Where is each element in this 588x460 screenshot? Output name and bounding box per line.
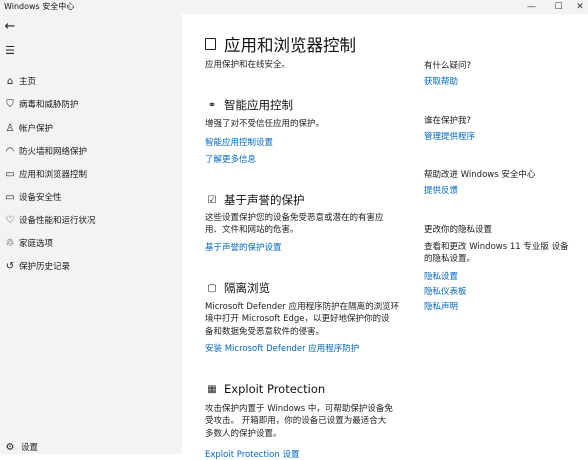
section-description: Microsoft Defender 应用程序防护在隔离的浏览环 境中打开 Mi… bbox=[205, 301, 410, 338]
section-reputation-header: ☑ 基于声誉的保护 bbox=[205, 192, 305, 208]
section-smart-app-control-header: ⚭ 智能应用控制 bbox=[205, 97, 293, 113]
app-window-icon: ▭ bbox=[5, 168, 15, 180]
sidebar-item-label: 保护历史记录 bbox=[19, 262, 71, 272]
page-title: 应用和浏览器控制 bbox=[224, 36, 356, 55]
description-line: 的隐私设置。 bbox=[424, 254, 476, 264]
sidebar-item-label: 应用和浏览器控制 bbox=[19, 170, 88, 180]
description-line: 受攻击。 开箱即用，你的设备已设置为最适合大 bbox=[205, 416, 387, 427]
description-line: 备和数据免受恶意软件的侵害。 bbox=[205, 326, 325, 337]
wifi-icon: ◠ bbox=[5, 145, 15, 157]
who-protects-heading: 谁在保护我? bbox=[424, 116, 472, 126]
description-line: 增强了对不受信任应用的保护。 bbox=[205, 119, 325, 129]
page-subtitle: 应用保护和在线安全。 bbox=[205, 60, 291, 70]
history-icon: ↺ bbox=[5, 260, 15, 272]
privacy-settings-link[interactable]: 隐私设置 bbox=[424, 270, 458, 282]
privacy-heading: 更改你的隐私设置 bbox=[424, 225, 493, 235]
sidebar-item-firewall[interactable]: ◠ 防火墙和网络保护 bbox=[0, 141, 182, 161]
sidebar-item-label: 设备安全性 bbox=[19, 193, 62, 203]
laptop-icon: ▭ bbox=[5, 191, 15, 203]
exploit-protection-icon: ▦ bbox=[207, 383, 217, 395]
isolated-browsing-icon: ▢ bbox=[207, 282, 217, 294]
section-description: 增强了对不受信任应用的保护。 bbox=[205, 118, 410, 130]
reputation-protection-icon: ☑ bbox=[207, 194, 217, 206]
sidebar-item-label: 帐户保护 bbox=[19, 124, 54, 134]
hamburger-menu-icon[interactable]: ☰ bbox=[2, 42, 18, 58]
sidebar-item-label: 设备性能和运行状况 bbox=[19, 216, 96, 226]
close-button[interactable]: ✕ bbox=[572, 0, 588, 14]
section-title: 隔离浏览 bbox=[224, 281, 270, 295]
gear-icon: ⚙ bbox=[5, 441, 15, 453]
improve-heading: 帮助改进 Windows 安全中心 bbox=[424, 170, 536, 180]
sidebar: ← ☰ ⌂ 主页 ⛉ 病毒和威胁防护 ♙ 帐户保护 ◠ 防火墙和网络保护 ▭ 应… bbox=[0, 14, 182, 454]
section-exploit-protection-header: ▦ Exploit Protection bbox=[205, 382, 325, 396]
minimize-button[interactable]: — bbox=[518, 0, 545, 14]
shield-icon: ⛉ bbox=[6, 98, 14, 110]
maximize-button[interactable]: ☐ bbox=[545, 0, 572, 14]
privacy-statement-link[interactable]: 隐私声明 bbox=[424, 300, 458, 312]
family-icon: ♲ bbox=[5, 237, 15, 249]
sidebar-item-app-browser-control[interactable]: ▭ 应用和浏览器控制 bbox=[0, 164, 182, 184]
sidebar-item-virus-protection[interactable]: ⛉ 病毒和威胁防护 bbox=[0, 94, 182, 114]
get-help-link[interactable]: 获取帮助 bbox=[424, 75, 458, 87]
description-line: 多数人的保护设置。 bbox=[205, 428, 282, 439]
back-arrow-icon[interactable]: ← bbox=[2, 18, 18, 34]
section-title: 智能应用控制 bbox=[224, 98, 293, 112]
sidebar-item-label: 主页 bbox=[19, 77, 37, 87]
help-question-heading: 有什么疑问? bbox=[424, 61, 472, 71]
section-title: 基于声誉的保护 bbox=[224, 193, 305, 207]
description-line: 攻击保护内置于 Windows 中，可帮助保护设备免 bbox=[205, 404, 393, 414]
title-bar: Windows 安全中心 — ☐ ✕ bbox=[0, 0, 588, 14]
section-isolated-browsing-header: ▢ 隔离浏览 bbox=[205, 280, 270, 296]
smart-app-control-settings-link[interactable]: 智能应用控制设置 bbox=[205, 136, 273, 148]
description-line: 这些设置保护您的设备免受恶意或潜在的有害应 bbox=[205, 213, 384, 223]
privacy-dashboard-link[interactable]: 隐私仪表板 bbox=[424, 285, 467, 297]
sidebar-item-device-security[interactable]: ▭ 设备安全性 bbox=[0, 187, 182, 207]
smart-app-control-icon: ⚭ bbox=[207, 99, 217, 111]
sidebar-item-family-options[interactable]: ♲ 家庭选项 bbox=[0, 233, 182, 253]
manage-providers-link[interactable]: 管理提供程序 bbox=[424, 130, 475, 142]
learn-more-link[interactable]: 了解更多信息 bbox=[205, 153, 256, 165]
section-title: Exploit Protection bbox=[224, 382, 326, 396]
sidebar-item-label: 病毒和威胁防护 bbox=[19, 100, 79, 110]
person-icon: ♙ bbox=[5, 122, 15, 134]
exploit-protection-settings-link[interactable]: Exploit Protection 设置 bbox=[205, 448, 299, 460]
description-line: 境中打开 Microsoft Edge，以更好地保护你的设 bbox=[205, 314, 390, 325]
privacy-description: 查看和更改 Windows 11 专业版 设备 的隐私设置。 bbox=[424, 241, 574, 265]
home-icon: ⌂ bbox=[6, 75, 14, 87]
main-content: 应用和浏览器控制 应用保护和在线安全。 ⚭ 智能应用控制 增强了对不受信任应用的… bbox=[182, 14, 588, 460]
description-line: 查看和更改 Windows 11 专业版 设备 bbox=[424, 242, 569, 252]
app-window-icon bbox=[205, 38, 216, 50]
sidebar-item-label: 设置 bbox=[21, 443, 39, 453]
description-line: Microsoft Defender 应用程序防护在隔离的浏览环 bbox=[205, 302, 400, 312]
reputation-settings-link[interactable]: 基于声誉的保护设置 bbox=[205, 241, 282, 253]
app-title: Windows 安全中心 bbox=[4, 2, 75, 11]
sidebar-item-protection-history[interactable]: ↺ 保护历史记录 bbox=[0, 256, 182, 276]
sidebar-item-account-protection[interactable]: ♙ 帐户保护 bbox=[0, 118, 182, 138]
install-app-guard-link[interactable]: 安装 Microsoft Defender 应用程序防护 bbox=[205, 342, 359, 354]
sidebar-item-label: 家庭选项 bbox=[19, 239, 54, 249]
give-feedback-link[interactable]: 提供反馈 bbox=[424, 184, 458, 196]
section-description: 攻击保护内置于 Windows 中，可帮助保护设备免 受攻击。 开箱即用，你的设… bbox=[205, 403, 410, 440]
sidebar-item-home[interactable]: ⌂ 主页 bbox=[0, 71, 182, 91]
heart-icon: ♡ bbox=[5, 214, 15, 226]
sidebar-item-settings[interactable]: ⚙ 设置 bbox=[0, 437, 182, 457]
section-description: 这些设置保护您的设备免受恶意或潜在的有害应 用、文件和网站的危害。 bbox=[205, 212, 410, 237]
sidebar-item-device-performance[interactable]: ♡ 设备性能和运行状况 bbox=[0, 210, 182, 230]
description-line: 用、文件和网站的危害。 bbox=[205, 225, 299, 236]
sidebar-item-label: 防火墙和网络保护 bbox=[19, 147, 88, 157]
page-title-row: 应用和浏览器控制 bbox=[205, 32, 356, 56]
